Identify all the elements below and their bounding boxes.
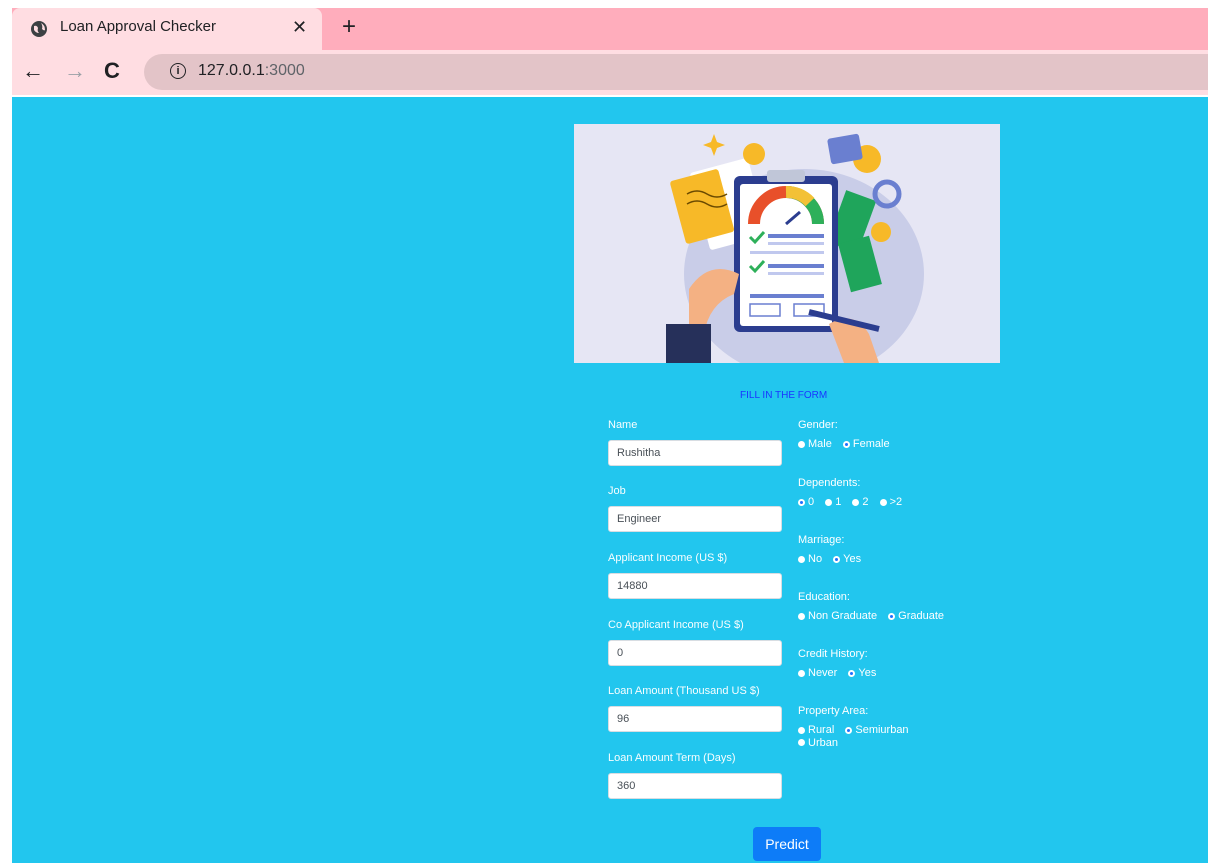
name-input[interactable]: [608, 440, 782, 466]
gender-male-option[interactable]: Male: [798, 438, 832, 450]
loan-checklist-illustration: [574, 124, 1000, 363]
credit-history-label: Credit History:: [798, 648, 868, 660]
property-urban-option[interactable]: Urban: [798, 737, 838, 749]
radio-selected-icon[interactable]: [888, 612, 896, 620]
loan-term-label: Loan Amount Term (Days): [608, 752, 736, 764]
dependents-label: Dependents:: [798, 477, 861, 489]
job-input[interactable]: [608, 506, 782, 532]
loan-amount-input[interactable]: [608, 706, 782, 732]
marriage-yes-option[interactable]: Yes: [833, 553, 861, 565]
marriage-label: Marriage:: [798, 534, 845, 546]
co-applicant-income-label: Co Applicant Income (US $): [608, 619, 744, 631]
education-non-graduate-option[interactable]: Non Graduate: [798, 610, 877, 622]
predict-button[interactable]: Predict: [753, 827, 821, 861]
site-info-icon[interactable]: i: [170, 63, 186, 79]
education-graduate-option[interactable]: Graduate: [888, 610, 944, 622]
radio-icon[interactable]: [852, 498, 860, 506]
tab-title: Loan Approval Checker: [60, 18, 216, 35]
education-group: Education: Non Graduate Graduate: [798, 591, 952, 623]
radio-icon[interactable]: [879, 498, 887, 506]
applicant-income-input[interactable]: [608, 573, 782, 599]
radio-icon[interactable]: [798, 555, 805, 563]
dependents-group: Dependents: 0 1 2 >2: [798, 477, 910, 509]
radio-selected-icon[interactable]: [845, 726, 853, 734]
property-area-group: Property Area: Rural Semiurban Urban: [798, 705, 938, 749]
globe-icon: [31, 21, 47, 37]
page-body: FILL IN THE FORM Name Job Applicant Inco…: [12, 97, 1208, 863]
property-area-label: Property Area:: [798, 705, 869, 717]
radio-icon[interactable]: [825, 498, 833, 506]
radio-selected-icon[interactable]: [798, 498, 805, 506]
applicant-income-label: Applicant Income (US $): [608, 552, 728, 564]
dependents-0-option[interactable]: 0: [798, 496, 814, 508]
marriage-group: Marriage: No Yes: [798, 534, 869, 566]
marriage-no-option[interactable]: No: [798, 553, 822, 565]
loan-amount-label: Loan Amount (Thousand US $): [608, 685, 760, 697]
radio-selected-icon[interactable]: [848, 669, 856, 677]
radio-icon[interactable]: [798, 739, 805, 746]
job-label: Job: [608, 485, 626, 497]
name-label: Name: [608, 419, 638, 431]
radio-icon[interactable]: [798, 669, 805, 677]
dependents-3plus-option[interactable]: >2: [879, 496, 902, 508]
forward-arrow-icon[interactable]: →: [64, 58, 86, 84]
credit-history-group: Credit History: Never Yes: [798, 648, 884, 680]
new-tab-button[interactable]: +: [342, 13, 356, 41]
radio-icon[interactable]: [798, 726, 805, 734]
radio-icon[interactable]: [798, 612, 805, 620]
radio-selected-icon[interactable]: [833, 555, 841, 563]
loan-term-input[interactable]: [608, 773, 782, 799]
dependents-2-option[interactable]: 2: [852, 496, 869, 508]
form-title: FILL IN THE FORM: [740, 390, 828, 401]
close-tab-icon[interactable]: ✕: [292, 17, 307, 38]
address-bar[interactable]: i 127.0.0.1:3000: [144, 54, 1208, 90]
radio-icon[interactable]: [798, 440, 805, 448]
navigation-bar: ← → C i 127.0.0.1:3000: [12, 50, 1208, 95]
gender-label: Gender:: [798, 419, 838, 431]
dependents-1-option[interactable]: 1: [825, 496, 841, 508]
co-applicant-income-input[interactable]: [608, 640, 782, 666]
reload-icon[interactable]: C: [104, 58, 120, 84]
credit-never-option[interactable]: Never: [798, 667, 837, 679]
back-arrow-icon[interactable]: ←: [22, 58, 44, 84]
gender-group: Gender: Male Female: [798, 419, 898, 451]
education-label: Education:: [798, 591, 850, 603]
property-rural-option[interactable]: Rural: [798, 724, 834, 736]
tab-strip: Loan Approval Checker ✕ +: [12, 8, 1208, 50]
radio-selected-icon[interactable]: [842, 440, 850, 448]
browser-tab[interactable]: Loan Approval Checker ✕: [12, 8, 322, 50]
property-semiurban-option[interactable]: Semiurban: [845, 724, 909, 736]
credit-yes-option[interactable]: Yes: [848, 667, 876, 679]
gender-female-option[interactable]: Female: [842, 438, 890, 450]
url-text: 127.0.0.1:3000: [198, 62, 305, 79]
